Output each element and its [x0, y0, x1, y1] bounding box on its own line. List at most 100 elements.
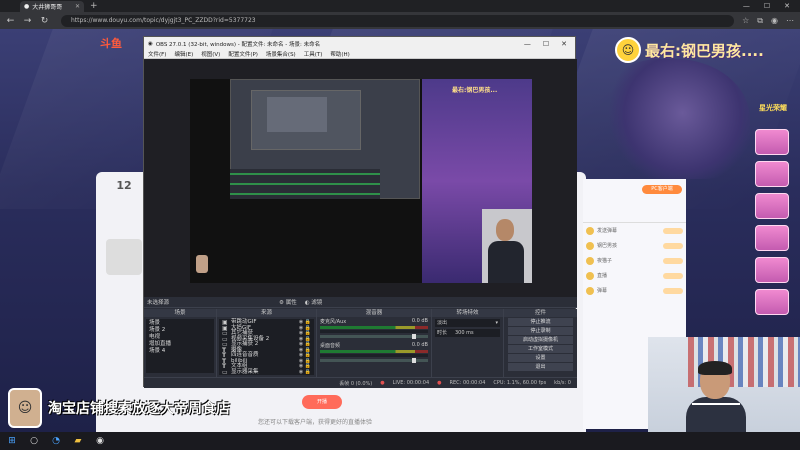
- bitrate: kb/s: 0: [554, 380, 571, 386]
- obs-status-bar: 丢帧 0 (0.0%) ● LIVE: 00:00:04 ● REC: 00:0…: [144, 377, 577, 388]
- scene-item[interactable]: 场景 2: [149, 327, 211, 334]
- tab-title: 大井狮哥哥: [32, 4, 63, 11]
- source-name: 显示器采集: [231, 368, 259, 375]
- side-top-label: 星光荣耀: [759, 104, 787, 112]
- filters-label: 滤镜: [311, 300, 323, 306]
- obs-preview-area[interactable]: 最右:钢巴男孩...: [144, 59, 577, 297]
- mixer-channel-value: 0.0 dB: [411, 342, 428, 348]
- obs-logo-icon: ◉: [148, 40, 153, 47]
- webcam-feed: [648, 337, 800, 432]
- obs-window-controls: — ☐ ✕: [524, 40, 571, 48]
- gift-item[interactable]: [755, 161, 789, 187]
- nested-preview-inner: [251, 90, 361, 150]
- url-input[interactable]: https://www.douyu.com/topic/dyjgjt3_PC_Z…: [61, 14, 735, 27]
- chat-row: 直播: [583, 268, 686, 283]
- transition-type-select[interactable]: 淡出 ▾: [435, 319, 500, 327]
- back-icon[interactable]: ←: [6, 16, 15, 26]
- nested-preview-deep: [267, 97, 327, 132]
- chat-badge: [663, 287, 683, 294]
- properties-button[interactable]: ⚙ 属性: [279, 298, 297, 306]
- windows-taskbar: ⊞ ○ ◔ ▰ ◉: [0, 432, 800, 450]
- obs-minimize-button[interactable]: —: [524, 40, 531, 48]
- close-window-button[interactable]: ✕: [784, 2, 790, 10]
- source-item[interactable]: ▭ 显示器采集 ◉ 🔒: [222, 368, 311, 376]
- gift-item[interactable]: [755, 193, 789, 219]
- menu-scene-collection[interactable]: 场景集合(S): [266, 50, 296, 58]
- menu-help[interactable]: 帮助(H): [330, 50, 349, 58]
- scene-item[interactable]: 增加直播: [149, 341, 211, 348]
- audio-meter: [320, 326, 428, 329]
- volume-slider[interactable]: [320, 358, 428, 363]
- obs-menubar: 文件(F) 编辑(E) 视图(V) 配置文件(P) 场景集合(S) 工具(T) …: [144, 50, 575, 59]
- mixer-channel: 麦克风/Aux 0.0 dB: [317, 317, 431, 341]
- banner-avatar-icon: ☺: [615, 37, 641, 63]
- more-menu-icon[interactable]: ⋯: [786, 16, 794, 25]
- menu-profile[interactable]: 配置文件(P): [228, 50, 258, 58]
- gift-item[interactable]: [755, 289, 789, 315]
- gear-icon: ⚙: [279, 300, 284, 306]
- transition-duration-field[interactable]: 时长 300 ms: [435, 329, 500, 337]
- windows-start-icon[interactable]: ⊞: [6, 436, 18, 446]
- ribbon-text: 淘宝店铺搜索放逐大帝周食店: [48, 401, 230, 417]
- folder-icon[interactable]: ▰: [72, 436, 84, 446]
- chat-row: 发送弹幕: [583, 223, 686, 238]
- user-level-icon: [586, 226, 594, 235]
- minimize-button[interactable]: —: [743, 2, 750, 10]
- anchor-avatar[interactable]: [106, 239, 142, 275]
- profile-icon[interactable]: ◉: [771, 16, 778, 25]
- forward-icon[interactable]: →: [23, 16, 32, 26]
- studio-mode-button[interactable]: 工作室模式: [508, 345, 573, 353]
- scenes-dock-title: 场景: [144, 309, 216, 317]
- rec-time: REC: 00:00:04: [449, 380, 486, 386]
- obs-window: ◉ OBS 27.0.1 (32-bit, windows) - 配置文件: 未…: [143, 36, 577, 388]
- preview-canvas[interactable]: 最右:钢巴男孩...: [190, 79, 532, 283]
- audio-meter: [320, 354, 428, 357]
- preview-overlay-label: 最右:钢巴男孩...: [452, 87, 498, 94]
- mixer-channel-header: 桌面音频 0.0 dB: [320, 342, 428, 349]
- filters-button[interactable]: ◐ 滤镜: [305, 298, 323, 306]
- menu-edit[interactable]: 编辑(E): [174, 50, 193, 58]
- gift-item[interactable]: [755, 129, 789, 155]
- menu-view[interactable]: 视图(V): [201, 50, 220, 58]
- scene-item[interactable]: 场景 4: [149, 348, 211, 355]
- tab-close-icon[interactable]: ✕: [75, 3, 80, 10]
- edge-icon[interactable]: ◔: [50, 436, 62, 446]
- douyu-logo[interactable]: 斗鱼: [100, 35, 122, 51]
- sources-dock-title: 来源: [217, 309, 316, 317]
- obs-close-button[interactable]: ✕: [561, 40, 567, 48]
- obs-maximize-button[interactable]: ☐: [543, 40, 549, 48]
- maximize-button[interactable]: ☐: [764, 2, 770, 10]
- live-indicator-icon: ●: [380, 380, 385, 386]
- chat-row: 夜猫子: [583, 253, 686, 268]
- menu-file[interactable]: 文件(F): [148, 50, 166, 58]
- scene-item[interactable]: 场景: [149, 320, 211, 327]
- chat-text: 直播: [597, 273, 608, 279]
- mixer-channel-value: 0.0 dB: [411, 318, 428, 324]
- obs-taskbar-icon[interactable]: ◉: [94, 436, 106, 446]
- collections-icon[interactable]: ⧉: [757, 16, 763, 26]
- exit-button[interactable]: 退出: [508, 363, 573, 371]
- scene-item[interactable]: 电视: [149, 334, 211, 341]
- transitions-dock-title: 转场特效: [432, 309, 503, 317]
- user-level-icon: [586, 256, 594, 265]
- new-tab-button[interactable]: +: [90, 1, 98, 12]
- gift-item[interactable]: [755, 257, 789, 283]
- chat-text: 钢巴男孩: [597, 243, 618, 249]
- chat-row: 弹幕: [583, 283, 686, 298]
- stop-recording-button[interactable]: 停止录制: [508, 327, 573, 335]
- stop-streaming-button[interactable]: 停止推流: [508, 318, 573, 326]
- browser-tab[interactable]: ● 大井狮哥哥 ✕: [20, 1, 84, 12]
- eye-icon[interactable]: ◉ 🔒: [299, 369, 311, 376]
- menu-tools[interactable]: 工具(T): [304, 50, 323, 58]
- refresh-icon[interactable]: ↻: [40, 16, 49, 26]
- gift-item[interactable]: [755, 225, 789, 251]
- search-icon[interactable]: ○: [28, 436, 40, 446]
- volume-slider[interactable]: [320, 334, 428, 339]
- chat-text: 弹幕: [597, 288, 608, 294]
- favorite-star-icon[interactable]: ☆: [742, 16, 749, 25]
- mixer-dock-title: 混音器: [317, 309, 431, 317]
- mixer-channel-name: 桌面音频: [320, 343, 341, 349]
- pc-client-badge[interactable]: PC客户端: [642, 185, 682, 194]
- start-virtual-camera-button[interactable]: 启动虚拟摄像机: [508, 336, 573, 344]
- settings-button[interactable]: 设置: [508, 354, 573, 362]
